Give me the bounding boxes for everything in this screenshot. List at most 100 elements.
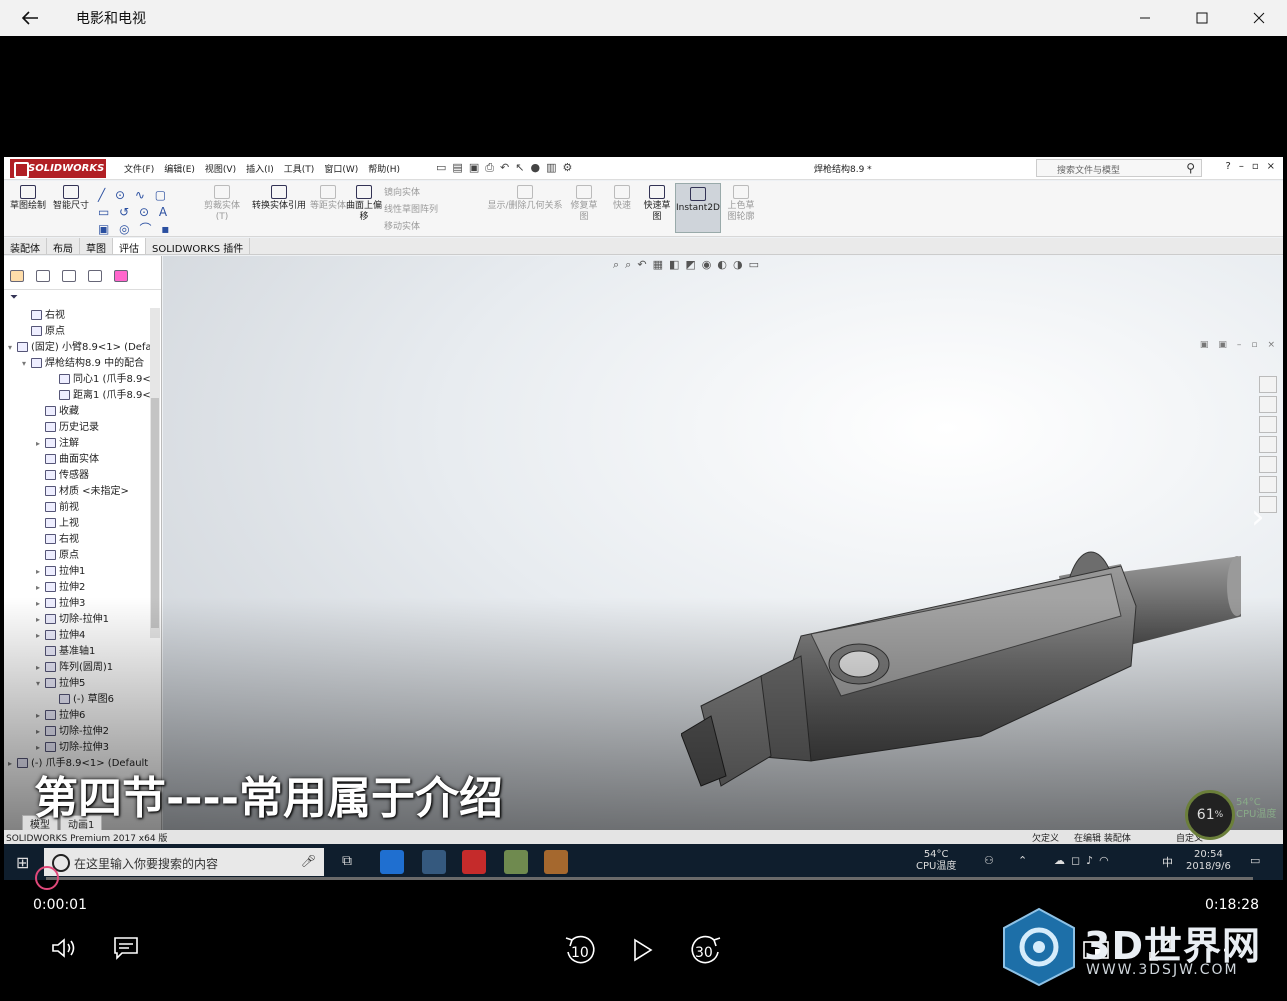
subtitles-button[interactable] <box>108 930 144 966</box>
taskbar-clock: 20:54 2018/9/6 <box>1186 849 1231 873</box>
rapid-sketch-label: 快速草图 <box>643 201 671 222</box>
search-icon: ⚲ <box>1186 161 1195 175</box>
back-button[interactable] <box>0 0 60 36</box>
tree-item: ▾ (固定) 小臂8.9<1> (Defa <box>4 340 154 356</box>
command-tab: 评估 <box>113 238 146 255</box>
app-icon <box>422 850 446 874</box>
tree-item: ▸ 注解 <box>4 436 154 452</box>
appearance-icon <box>1259 456 1277 473</box>
close-icon <box>1253 12 1264 24</box>
tree-scrollbar <box>150 308 160 638</box>
video-subtitle: 第四节----常用属于介绍 <box>34 773 504 824</box>
tree-item-label: 拉伸2 <box>59 582 86 593</box>
command-tab: 装配体 <box>4 238 47 255</box>
history-icon <box>45 422 56 432</box>
relations-label: 显示/删除几何关系 <box>487 201 563 211</box>
expand-toggle-icon: ▾ <box>22 359 27 368</box>
tree-item: 右视 <box>4 532 154 548</box>
smart-dimension-icon <box>63 185 79 199</box>
sw-menu-item: 工具(T) <box>283 165 315 175</box>
heads-up-toolbar: ⌕ ⌕ ↶ ▦ ◧ ◩ ◉ ◐ ◑ ▭ <box>613 258 759 272</box>
material-icon <box>45 486 56 496</box>
status-editing: 在编辑 装配体 <box>1074 834 1131 844</box>
display-relations-button: 显示/删除几何关系 <box>484 185 566 212</box>
sw-menu-item: 插入(I) <box>246 165 274 175</box>
zoom-area-icon: ⌕ <box>625 258 632 271</box>
seek-knob[interactable] <box>35 866 59 890</box>
tree-item: 上视 <box>4 516 154 532</box>
sw-search-field: 搜索文件与模型 ⚲ <box>1036 159 1202 177</box>
offset-icon <box>320 185 336 199</box>
undo-icon: ↶ <box>500 161 510 174</box>
cpu-gauge: 61% <box>1185 790 1235 840</box>
play-button[interactable] <box>624 930 660 970</box>
windows-taskbar: ⊞ 在这里输入你要搜索的内容 🎤︎ ⧉ 54°C CPU温度 ⚇ ⌃ ☁◻♪◠ 中 … <box>4 844 1283 880</box>
tree-item-label: 焊枪结构8.9 中的配合 <box>45 358 145 369</box>
taskbar-temp-label: CPU温度 <box>916 861 957 872</box>
plane-icon <box>31 310 42 320</box>
offset-button: 等距实体 <box>310 185 346 212</box>
tree-item-label: 收藏 <box>59 406 79 417</box>
windows-start-icon: ⊞ <box>16 853 30 872</box>
instant2d-button: Instant2D <box>675 183 721 233</box>
chevron-left-icon[interactable]: ‹ <box>10 497 24 537</box>
edge-icon <box>380 850 404 874</box>
video-frame[interactable]: SOLIDWORKS 文件(F) 编辑(E) 视图(V) 插入(I) 工具(T) 窗口(W… <box>4 157 1283 880</box>
display-manager-icon <box>114 270 128 282</box>
tree-item-label: 距离1 (爪手8.9<1: <box>73 390 154 401</box>
quick-snap-label: 快速 <box>612 201 631 211</box>
part-icon <box>17 342 28 352</box>
repair-label: 修复草图 <box>570 201 598 222</box>
view-orientation-icon: ◧ <box>668 258 680 271</box>
sw-status-bar: SOLIDWORKS Premium 2017 x64 版 欠定义 在编辑 装配… <box>4 830 1283 844</box>
forward-button[interactable]: 30 <box>686 930 726 970</box>
tree-item-label: 历史记录 <box>59 422 99 433</box>
repair-icon <box>576 185 592 199</box>
volume-button[interactable] <box>46 930 82 966</box>
command-tab: 布局 <box>47 238 80 255</box>
cpu-gauge-label: 54°C CPU温度 <box>1236 797 1276 821</box>
close-button[interactable] <box>1230 0 1287 36</box>
tree-item-label: (固定) 小臂8.9<1> (Defa <box>31 342 152 353</box>
plane-icon <box>45 534 56 544</box>
rebuild-icon: ● <box>530 161 541 174</box>
sw-version-text: SOLIDWORKS Premium 2017 x64 版 <box>6 834 168 844</box>
expand-toggle-icon: ▸ <box>36 583 41 592</box>
new-doc-icon: ▭ <box>436 161 447 174</box>
tree-item-label: 注解 <box>59 438 79 449</box>
title-bar: 电影和电视 <box>0 0 1287 36</box>
rapid-sketch-button: 快速草图 <box>640 185 674 223</box>
filter-icon: ⏷ <box>10 292 18 303</box>
tree-item: 距离1 (爪手8.9<1: <box>4 388 154 404</box>
watermark-url: WWW.3DSJW.COM <box>1086 962 1239 978</box>
offset-surface-icon <box>356 185 372 199</box>
back-arrow-icon <box>21 11 38 25</box>
dimxpert-icon <box>88 270 102 282</box>
mirror-pattern-group: 镜向实体 线性草图阵列 移动实体 <box>384 185 476 236</box>
minimize-button[interactable] <box>1116 0 1173 36</box>
tree-item: ▸ 拉伸1 <box>4 564 154 580</box>
maximize-button[interactable] <box>1173 0 1230 36</box>
tree-item-label: 右视 <box>45 310 65 321</box>
sw-minimize-icon: – <box>1238 161 1244 172</box>
shaded-sketch-button: 上色草图轮廓 <box>724 185 758 223</box>
sketch-icon <box>20 185 36 199</box>
print-icon: ⎙ <box>485 161 495 174</box>
mirror-label: 镜向实体 <box>384 188 421 198</box>
tree-scroll-thumb <box>151 398 159 628</box>
offset-surface-label: 曲面上偏移 <box>346 201 383 222</box>
extrude-icon <box>45 582 56 592</box>
notification-icon: ▭ <box>1250 854 1261 867</box>
section-view-icon: ▦ <box>652 258 663 271</box>
chevron-right-icon[interactable]: › <box>1251 497 1265 537</box>
watermark-logo-icon <box>1003 907 1075 987</box>
tree-item: 收藏 <box>4 404 154 420</box>
file-explorer-icon <box>1259 436 1277 453</box>
custom-props-icon <box>1259 476 1277 493</box>
tree-item-label: 前视 <box>59 502 79 513</box>
seek-bar[interactable] <box>46 877 1253 880</box>
tree-item: ▸ 拉伸2 <box>4 580 154 596</box>
offset-surface-button: 曲面上偏移 <box>346 185 382 223</box>
taskbar-search-placeholder: 在这里输入你要搜索的内容 <box>74 857 219 871</box>
rewind-button[interactable]: 10 <box>560 930 600 970</box>
